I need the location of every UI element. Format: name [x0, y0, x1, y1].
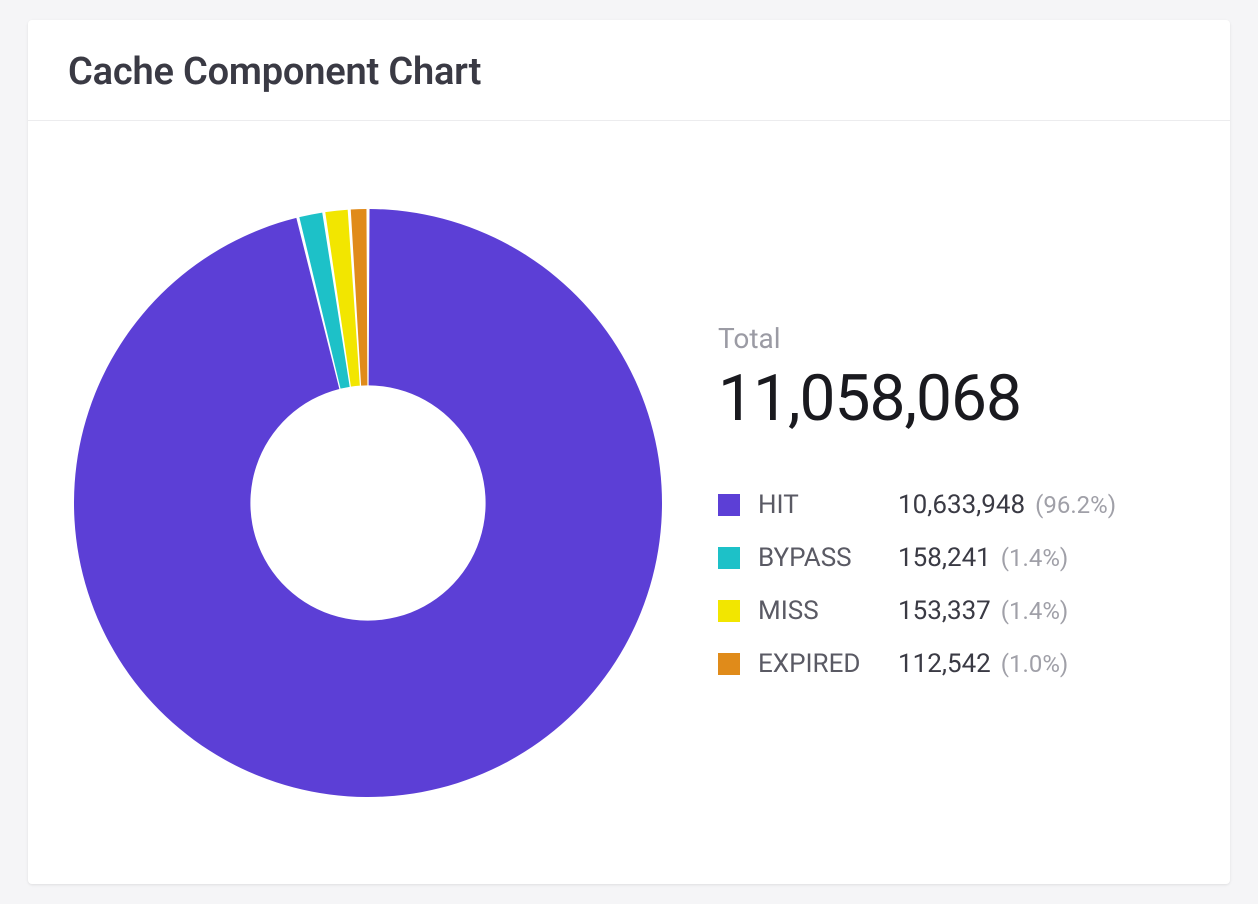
- legend-row: EXPIRED112,542 (1.0%): [718, 645, 1190, 684]
- total-label: Total: [718, 322, 1190, 355]
- legend-pct: (1.0%): [1001, 646, 1068, 682]
- legend-name: EXPIRED: [758, 645, 898, 684]
- donut-slice-hit: [74, 209, 662, 797]
- legend-value: 153,337: [898, 592, 991, 631]
- stats-panel: Total 11,058,068 HIT10,633,948 (96.2%) BYP…: [718, 322, 1190, 684]
- card-body: Total 11,058,068 HIT10,633,948 (96.2%) BYP…: [28, 121, 1230, 884]
- legend-swatch: [718, 653, 740, 675]
- legend-swatch: [718, 600, 740, 622]
- legend-pct: (1.4%): [1001, 593, 1068, 629]
- legend-row: MISS153,337 (1.4%): [718, 592, 1190, 631]
- legend-pct: (1.4%): [1001, 540, 1068, 576]
- card-header: Cache Component Chart: [28, 20, 1230, 121]
- legend-name: MISS: [758, 592, 898, 631]
- legend-value: 158,241: [898, 539, 991, 578]
- donut-chart: [68, 203, 668, 803]
- legend-name: BYPASS: [758, 539, 898, 578]
- donut-svg: [68, 203, 668, 803]
- total-value: 11,058,068: [718, 361, 1190, 436]
- legend-name: HIT: [758, 486, 898, 525]
- legend: HIT10,633,948(96.2%)BYPASS158,241(1.4%)M…: [718, 486, 1190, 684]
- card-title: Cache Component Chart: [68, 50, 1190, 94]
- legend-swatch: [718, 547, 740, 569]
- legend-row: BYPASS158,241 (1.4%): [718, 539, 1190, 578]
- legend-row: HIT10,633,948 (96.2%): [718, 486, 1190, 525]
- chart-card: Cache Component Chart Total 11,058,068 H…: [28, 20, 1230, 884]
- legend-value: 10,633,948: [898, 486, 1025, 525]
- legend-value: 112,542: [898, 645, 991, 684]
- legend-swatch: [718, 494, 740, 516]
- legend-pct: (96.2%): [1035, 487, 1116, 523]
